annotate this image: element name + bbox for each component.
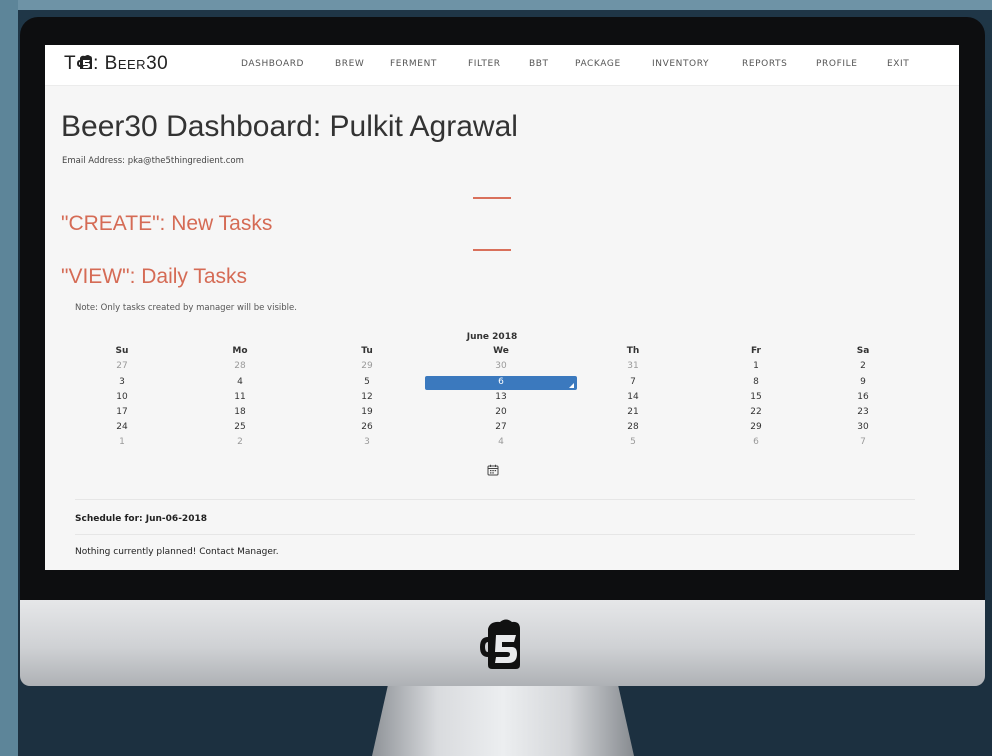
calendar-weekday-th: Th (626, 346, 640, 356)
calendar-day[interactable]: 19 (337, 407, 397, 418)
beer-mug-logo-icon (480, 619, 520, 669)
calendar-day[interactable]: 3 (92, 377, 152, 388)
brand-name: Beer30 (104, 53, 169, 74)
calendar-day[interactable]: 5 (603, 437, 663, 448)
calendar-day[interactable]: 11 (210, 392, 270, 403)
calendar-day[interactable]: 31 (603, 361, 663, 372)
calendar-day[interactable]: 17 (92, 407, 152, 418)
calendar-day[interactable]: 5 (337, 377, 397, 388)
calendar-icon[interactable] (487, 464, 499, 476)
app-screen: T: Beer30 DASHBOARD BREW FERMENT FILTER … (45, 45, 959, 570)
calendar-day[interactable]: 6 (726, 437, 786, 448)
view-section-heading[interactable]: "VIEW": Daily Tasks (61, 265, 247, 289)
accent-divider (473, 249, 511, 251)
calendar-day[interactable]: 10 (92, 392, 152, 403)
nav-reports[interactable]: REPORTS (742, 59, 787, 69)
calendar-day[interactable]: 25 (210, 422, 270, 433)
calendar-day[interactable]: 8 (726, 377, 786, 388)
top-navbar: T: Beer30 DASHBOARD BREW FERMENT FILTER … (45, 45, 959, 86)
nav-exit[interactable]: EXIT (887, 59, 909, 69)
calendar-day[interactable]: 4 (471, 437, 531, 448)
calendar-day[interactable]: 28 (210, 361, 270, 372)
calendar-weekday-tu: Tu (361, 346, 373, 356)
calendar-day[interactable]: 20 (471, 407, 531, 418)
create-section-heading[interactable]: "CREATE": New Tasks (61, 212, 272, 236)
calendar-weekday-sa: Sa (856, 346, 870, 356)
nav-dashboard[interactable]: DASHBOARD (241, 59, 304, 69)
background-strip (0, 0, 18, 756)
calendar-day[interactable]: 18 (210, 407, 270, 418)
calendar-day[interactable]: 7 (833, 437, 893, 448)
calendar-weekday-fr: Fr (750, 346, 761, 356)
nav-ferment[interactable]: FERMENT (390, 59, 437, 69)
nav-inventory[interactable]: INVENTORY (652, 59, 709, 69)
nav-brew[interactable]: BREW (335, 59, 364, 69)
mug-logo-icon (77, 55, 93, 69)
divider (75, 499, 915, 500)
nav-bbt[interactable]: BBT (529, 59, 549, 69)
calendar-day[interactable]: 7 (603, 377, 663, 388)
email-address: Email Address: pka@the5thingredient.com (62, 156, 244, 166)
calendar-day[interactable]: 12 (337, 392, 397, 403)
calendar-day[interactable]: 29 (726, 422, 786, 433)
divider (75, 534, 915, 535)
calendar-day[interactable]: 1 (726, 361, 786, 372)
accent-divider (473, 197, 511, 199)
brand-prefix: T (64, 53, 77, 74)
calendar-day[interactable]: 24 (92, 422, 152, 433)
nav-filter[interactable]: FILTER (468, 59, 501, 69)
calendar-day-selected[interactable]: 6 (471, 377, 531, 388)
nav-package[interactable]: PACKAGE (575, 59, 621, 69)
monitor-stand (372, 686, 634, 756)
calendar-day[interactable]: 21 (603, 407, 663, 418)
calendar-day[interactable]: 14 (603, 392, 663, 403)
calendar-day[interactable]: 30 (833, 422, 893, 433)
calendar-day[interactable]: 1 (92, 437, 152, 448)
calendar-day[interactable]: 27 (471, 422, 531, 433)
calendar-day[interactable]: 2 (210, 437, 270, 448)
brand-logo[interactable]: T: Beer30 (64, 53, 168, 75)
calendar-day[interactable]: 26 (337, 422, 397, 433)
calendar-day[interactable]: 4 (210, 377, 270, 388)
calendar-day[interactable]: 27 (92, 361, 152, 372)
calendar-day[interactable]: 2 (833, 361, 893, 372)
calendar-day[interactable]: 3 (337, 437, 397, 448)
calendar-month-label[interactable]: June 2018 (425, 332, 559, 342)
calendar-weekday-su: Su (115, 346, 129, 356)
empty-schedule-message: Nothing currently planned! Contact Manag… (75, 547, 279, 557)
visibility-note: Note: Only tasks created by manager will… (75, 303, 297, 313)
calendar-day[interactable]: 16 (833, 392, 893, 403)
calendar-weekday-mo: Mo (232, 346, 248, 356)
calendar-day[interactable]: 22 (726, 407, 786, 418)
selection-corner-icon (569, 383, 574, 388)
calendar-day[interactable]: 28 (603, 422, 663, 433)
calendar-weekday-we: We (493, 346, 509, 356)
calendar-day[interactable]: 15 (726, 392, 786, 403)
schedule-label: Schedule for: Jun-06-2018 (75, 514, 207, 524)
calendar-day[interactable]: 9 (833, 377, 893, 388)
page-title: Beer30 Dashboard: Pulkit Agrawal (61, 110, 518, 143)
brand-separator: : (93, 53, 105, 74)
calendar-day[interactable]: 23 (833, 407, 893, 418)
calendar-day[interactable]: 30 (471, 361, 531, 372)
calendar-day[interactable]: 13 (471, 392, 531, 403)
nav-profile[interactable]: PROFILE (816, 59, 858, 69)
calendar-day[interactable]: 29 (337, 361, 397, 372)
